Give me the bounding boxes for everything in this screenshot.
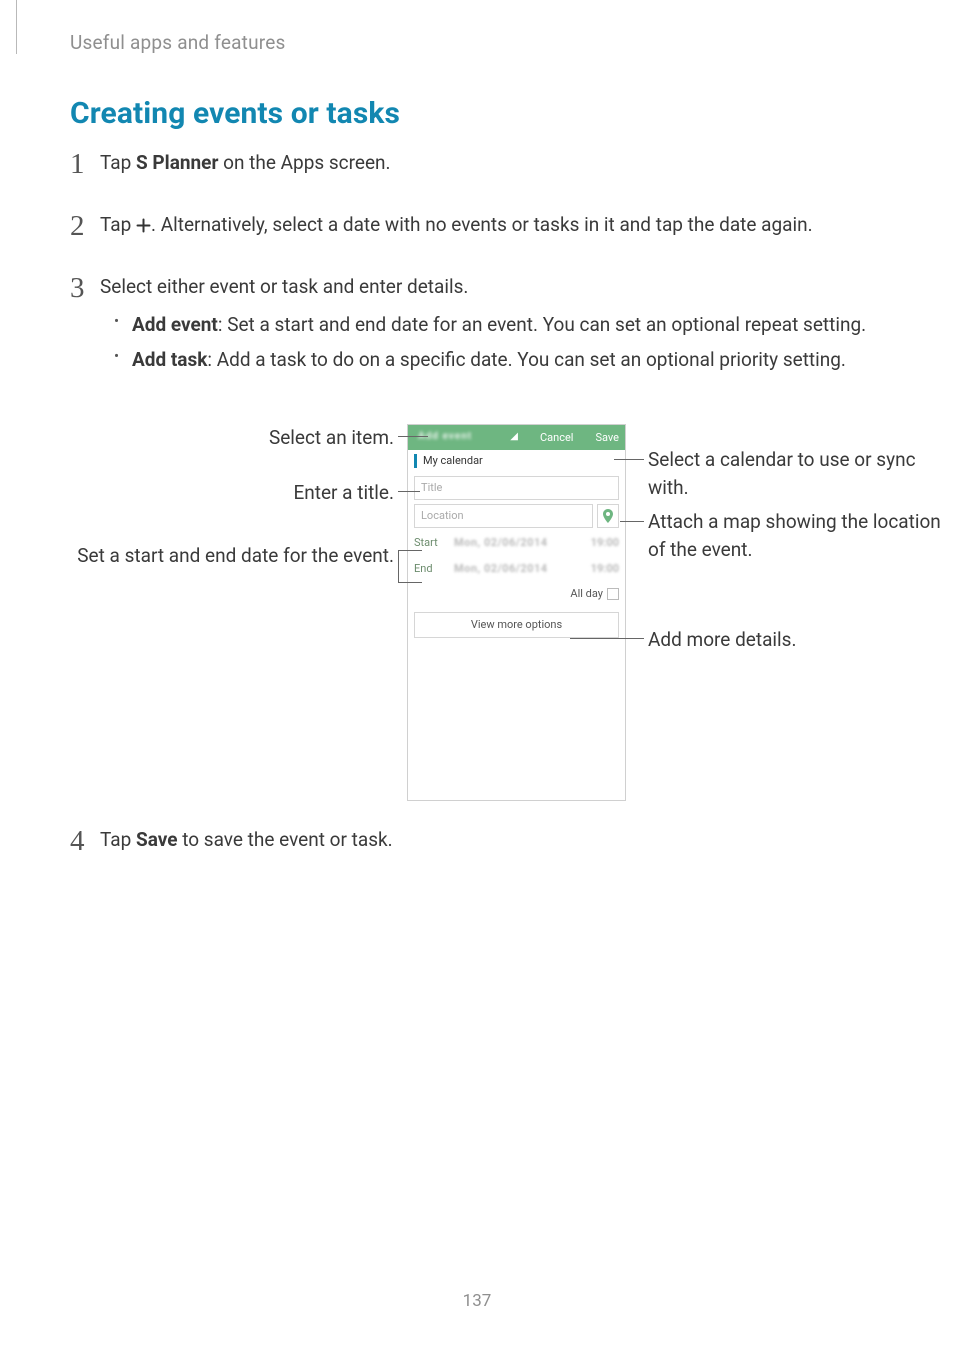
phone-start-time: 19:00 — [583, 535, 619, 551]
phone-allday-row[interactable]: All day — [408, 584, 625, 606]
leader-line — [620, 521, 644, 522]
step-1-bold: S Planner — [136, 151, 218, 174]
step-4-pre: Tap — [100, 828, 136, 851]
phone-save[interactable]: Save — [595, 430, 619, 446]
calendar-color-bar — [414, 454, 417, 468]
signal-icon: ◢ — [510, 430, 518, 445]
section-title: Creating events or tasks — [70, 92, 400, 136]
step-2: 2 Tap . Alternatively, select a date wit… — [70, 211, 884, 239]
bullet-add-event-rest: : Set a start and end date for an event.… — [218, 313, 866, 336]
step-3-text: Select either event or task and enter de… — [100, 273, 884, 301]
leader-line — [570, 638, 644, 639]
callout-enter-title: Enter a title. — [74, 479, 394, 507]
phone-tab-hint: Add event — [414, 430, 488, 445]
phone-start-row[interactable]: Start Mon, 02/06/2014 19:00 — [414, 532, 619, 554]
phone-calendar-row[interactable]: My calendar — [408, 450, 625, 472]
step-number: 2 — [70, 205, 85, 247]
bullet-add-event-b: Add event — [132, 313, 218, 336]
phone-status-bar: Add event ◢ Cancel Save — [408, 425, 625, 450]
phone-start-label: Start — [414, 535, 454, 551]
callout-set-dates: Set a start and end date for the event. — [64, 542, 394, 570]
leader-line — [398, 550, 399, 582]
step-4-bold: Save — [136, 828, 178, 851]
phone-viewmore-button[interactable]: View more options — [414, 612, 619, 638]
callout-add-details: Add more details. — [648, 626, 948, 654]
step-number: 4 — [70, 820, 85, 862]
bullet-add-event: Add event: Set a start and end date for … — [114, 311, 884, 339]
phone-title-input[interactable]: Title — [414, 476, 619, 500]
leader-line — [398, 582, 422, 583]
step-4: 4 Tap Save to save the event or task. — [70, 826, 884, 854]
page-number: 137 — [0, 1289, 954, 1314]
step-1-pre: Tap — [100, 151, 136, 174]
leader-line — [614, 459, 644, 460]
bullet-add-task-rest: : Add a task to do on a specific date. Y… — [207, 348, 846, 371]
callout-attach-map: Attach a map showing the location of the… — [648, 508, 948, 563]
step-1-post: on the Apps screen. — [218, 151, 390, 174]
step-2-post: . Alternatively, select a date with no e… — [151, 213, 813, 236]
phone-calendar-name: My calendar — [423, 453, 483, 469]
bullet-add-task-b: Add task — [132, 348, 207, 371]
leader-line — [398, 550, 422, 551]
chapter-title: Useful apps and features — [70, 29, 286, 57]
phone-end-row[interactable]: End Mon, 02/06/2014 19:00 — [414, 558, 619, 580]
leader-line — [398, 436, 428, 437]
callout-select-calendar: Select a calendar to use or sync with. — [648, 446, 948, 501]
phone-allday-label: All day — [570, 586, 603, 602]
phone-end-time: 19:00 — [583, 561, 619, 577]
phone-allday-checkbox[interactable] — [607, 588, 619, 600]
map-pin-icon[interactable] — [597, 504, 619, 528]
phone-location-input[interactable]: Location — [414, 504, 593, 528]
bullet-add-task: Add task: Add a task to do on a specific… — [114, 346, 884, 374]
leader-line — [398, 491, 420, 492]
step-number: 1 — [70, 143, 85, 185]
step-number: 3 — [70, 267, 85, 309]
plus-icon — [136, 218, 151, 233]
step-2-pre: Tap — [100, 213, 136, 236]
header-rule — [16, 0, 17, 54]
phone-screenshot: Add event ◢ Cancel Save My calendar Titl… — [407, 424, 626, 801]
step-4-post: to save the event or task. — [178, 828, 393, 851]
phone-end-label: End — [414, 561, 454, 577]
phone-end-date: Mon, 02/06/2014 — [454, 561, 583, 577]
phone-start-date: Mon, 02/06/2014 — [454, 535, 583, 551]
phone-cancel[interactable]: Cancel — [540, 430, 573, 446]
figure: Add event ◢ Cancel Save My calendar Titl… — [70, 424, 884, 801]
step-3: 3 Select either event or task and enter … — [70, 273, 884, 382]
callout-select-item: Select an item. — [74, 424, 394, 452]
step-1: 1 Tap S Planner on the Apps screen. — [70, 149, 884, 177]
